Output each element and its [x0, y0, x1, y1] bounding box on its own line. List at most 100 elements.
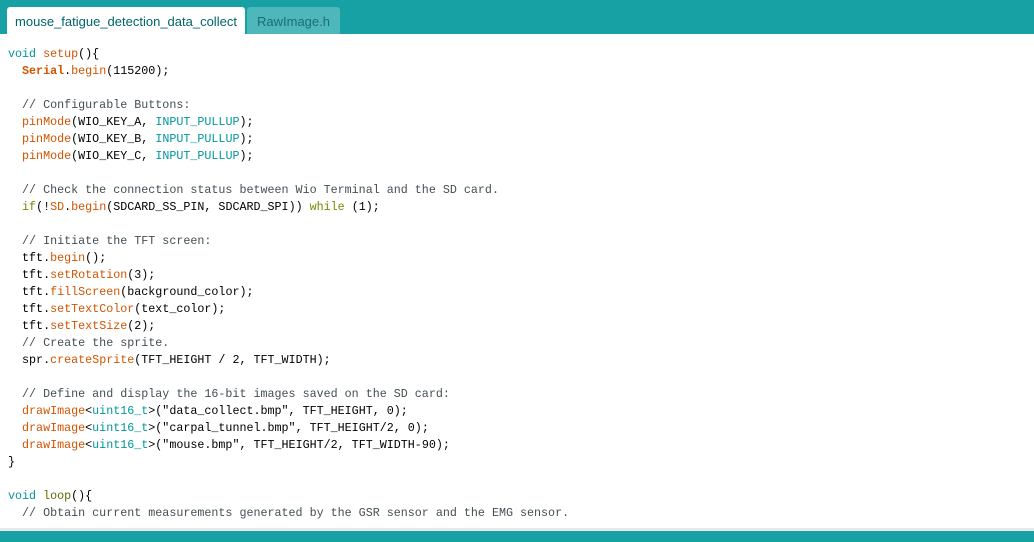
code-token: >("data_collect.bmp", TFT_HEIGHT, 0);	[148, 404, 408, 418]
code-token: );	[239, 149, 254, 163]
code-line: // Configurable Buttons:	[8, 97, 569, 114]
code-token: createSprite	[50, 353, 135, 367]
code-token: tft.	[8, 302, 51, 316]
code-line: }	[8, 454, 569, 471]
code-token: fillScreen	[50, 285, 121, 299]
code-token: >("mouse.bmp", TFT_HEIGHT/2, TFT_WIDTH-9…	[148, 438, 450, 452]
code-token: uint16_t	[92, 438, 149, 452]
code-line: drawImage<uint16_t>("data_collect.bmp", …	[8, 403, 569, 420]
code-token: spr.	[8, 353, 51, 367]
code-token: tft.	[8, 285, 51, 299]
code-line: tft.setTextSize(2);	[8, 318, 569, 335]
code-token: tft.	[8, 251, 51, 265]
code-line: tft.fillScreen(background_color);	[8, 284, 569, 301]
code-token: INPUT_PULLUP	[155, 115, 240, 129]
code-token: tft.	[8, 268, 51, 282]
code-line: drawImage<uint16_t>("mouse.bmp", TFT_HEI…	[8, 437, 569, 454]
code-token: pinMode	[22, 132, 72, 146]
code-token: Serial	[22, 64, 65, 78]
code-token: INPUT_PULLUP	[155, 132, 240, 146]
code-token: setRotation	[50, 268, 128, 282]
code-token: (){	[71, 489, 93, 503]
code-text[interactable]: void setup(){ Serial.begin(115200); // C…	[8, 46, 569, 522]
code-token: INPUT_PULLUP	[155, 149, 240, 163]
code-token: // Initiate the TFT screen:	[8, 234, 212, 248]
code-line: pinMode(WIO_KEY_A, INPUT_PULLUP);	[8, 114, 569, 131]
code-token: (3);	[127, 268, 156, 282]
code-line: // Obtain current measurements generated…	[8, 505, 569, 522]
code-line: tft.setRotation(3);	[8, 267, 569, 284]
code-token: begin	[71, 64, 107, 78]
code-token: tft.	[8, 319, 51, 333]
code-token: setTextColor	[50, 302, 135, 316]
code-line: drawImage<uint16_t>("carpal_tunnel.bmp",…	[8, 420, 569, 437]
code-token: (WIO_KEY_B,	[71, 132, 156, 146]
code-line: pinMode(WIO_KEY_C, INPUT_PULLUP);	[8, 148, 569, 165]
code-token: (){	[78, 47, 100, 61]
code-token: pinMode	[22, 149, 72, 163]
code-token: // Obtain current measurements generated…	[8, 506, 570, 520]
code-line: void setup(){	[8, 46, 569, 63]
tab-mouse-fatigue-detection-data-collect[interactable]: mouse_fatigue_detection_data_collect	[7, 7, 245, 34]
code-token: // Check the connection status between W…	[8, 183, 499, 197]
code-editor[interactable]: void setup(){ Serial.begin(115200); // C…	[0, 34, 1034, 528]
code-line: pinMode(WIO_KEY_B, INPUT_PULLUP);	[8, 131, 569, 148]
code-line: spr.createSprite(TFT_HEIGHT / 2, TFT_WID…	[8, 352, 569, 369]
code-token: // Configurable Buttons:	[8, 98, 191, 112]
status-bar	[0, 531, 1034, 542]
code-token: drawImage	[22, 404, 86, 418]
code-token: uint16_t	[92, 421, 149, 435]
code-token: (1);	[344, 200, 380, 214]
code-token: }	[8, 455, 16, 469]
code-token: uint16_t	[92, 404, 149, 418]
code-line: // Initiate the TFT screen:	[8, 233, 569, 250]
code-token: (115200);	[106, 64, 170, 78]
code-token: (WIO_KEY_C,	[71, 149, 156, 163]
code-token: (background_color);	[120, 285, 254, 299]
code-token: void	[8, 489, 37, 503]
code-token: setTextSize	[50, 319, 128, 333]
code-line: tft.setTextColor(text_color);	[8, 301, 569, 318]
code-token: void	[8, 47, 37, 61]
code-token: pinMode	[22, 115, 72, 129]
code-line: Serial.begin(115200);	[8, 63, 569, 80]
code-token: loop	[43, 489, 72, 503]
code-token: (WIO_KEY_A,	[71, 115, 156, 129]
code-token: drawImage	[22, 421, 86, 435]
code-token: while	[309, 200, 345, 214]
code-token: // Define and display the 16-bit images …	[8, 387, 450, 401]
code-token: // Create the sprite.	[8, 336, 170, 350]
code-token: begin	[50, 251, 86, 265]
code-token: (text_color);	[134, 302, 226, 316]
code-token: SD	[50, 200, 65, 214]
code-line: if(!SD.begin(SDCARD_SS_PIN, SDCARD_SPI))…	[8, 199, 569, 216]
code-line: void loop(){	[8, 488, 569, 505]
code-line: // Create the sprite.	[8, 335, 569, 352]
tab-bar: mouse_fatigue_detection_data_collect Raw…	[0, 0, 1034, 34]
tab-rawimage-h[interactable]: RawImage.h	[247, 7, 340, 34]
code-line: // Define and display the 16-bit images …	[8, 386, 569, 403]
code-line: tft.begin();	[8, 250, 569, 267]
code-token: setup	[43, 47, 79, 61]
code-token: (2);	[127, 319, 156, 333]
code-token: (SDCARD_SS_PIN, SDCARD_SPI))	[106, 200, 310, 214]
code-token: ();	[85, 251, 107, 265]
code-token: );	[239, 132, 254, 146]
code-token: (TFT_HEIGHT / 2, TFT_WIDTH);	[134, 353, 331, 367]
code-token: if	[22, 200, 37, 214]
code-token: );	[239, 115, 254, 129]
code-line: // Check the connection status between W…	[8, 182, 569, 199]
